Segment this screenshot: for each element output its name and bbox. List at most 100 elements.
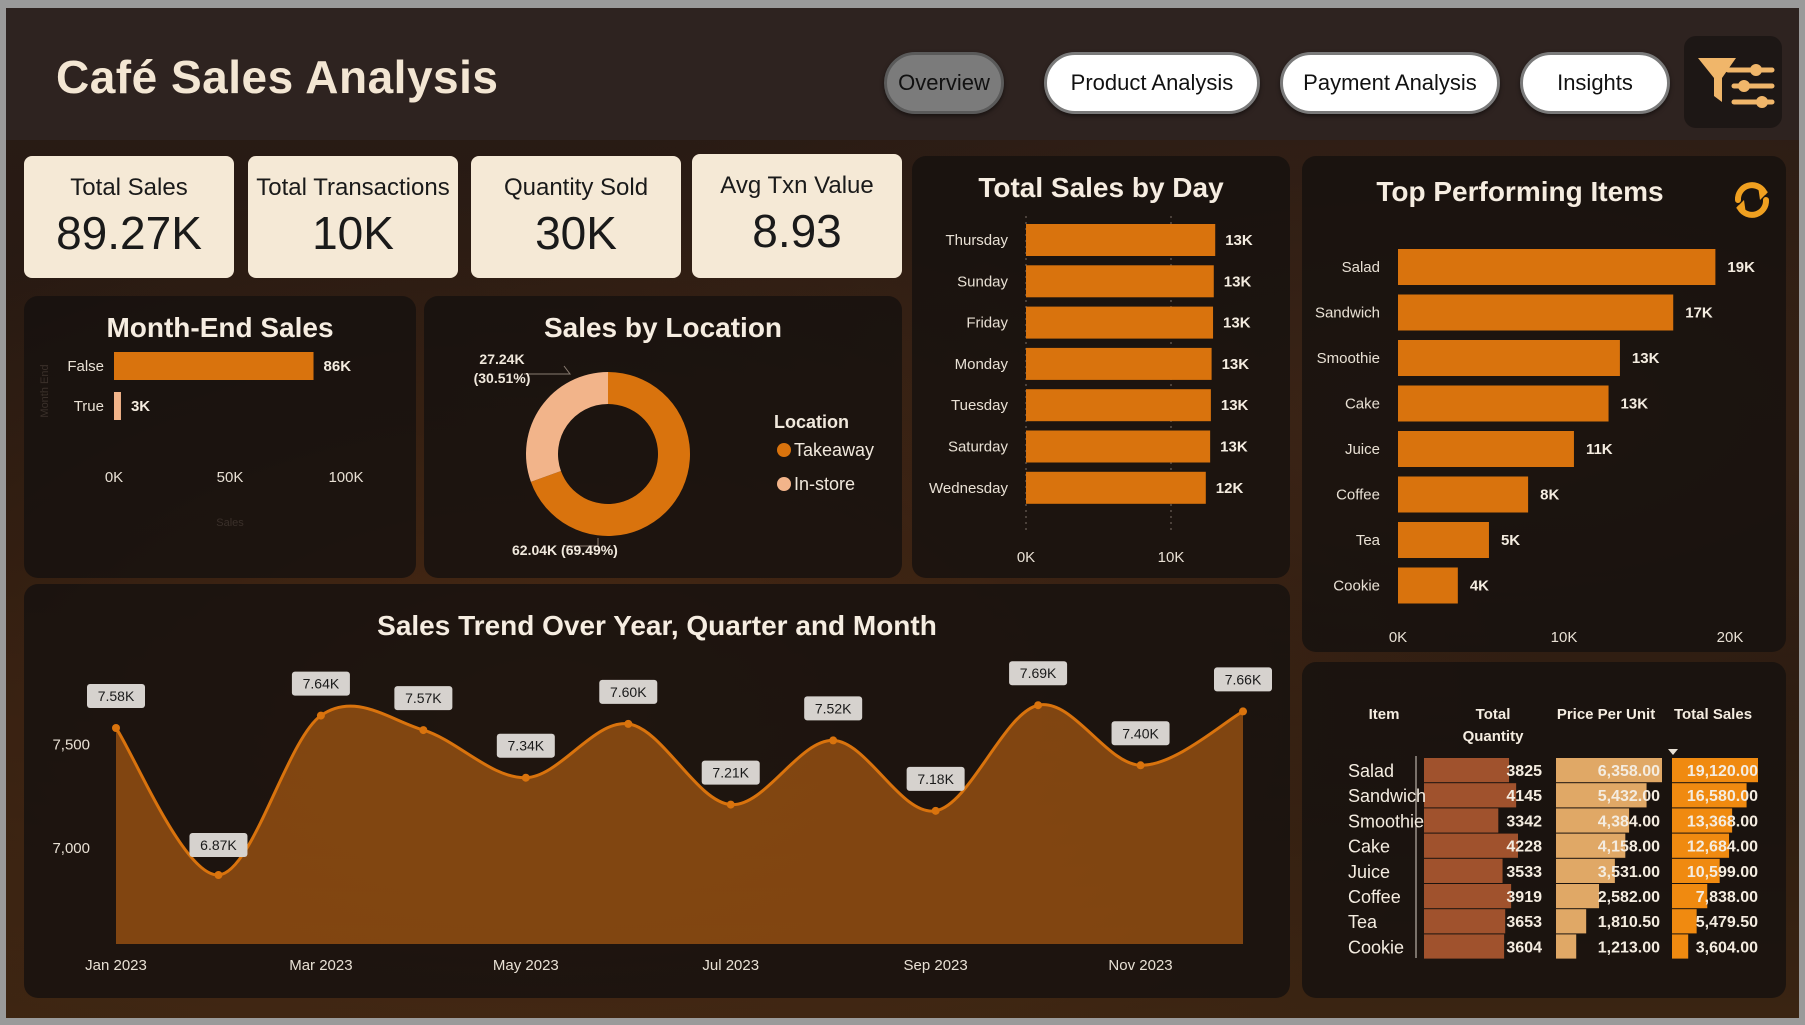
data-label-text: 7.66K <box>1225 671 1262 687</box>
x-tick-label: 0K <box>105 469 123 486</box>
table-cell-price: 3,531.00 <box>1598 864 1660 881</box>
data-point[interactable] <box>214 871 223 879</box>
item-table-panel: Item Total Quantity Price Per Unit Total Sal… <box>1302 662 1786 998</box>
y-axis-label: Month End <box>39 364 51 417</box>
bar[interactable] <box>1026 265 1214 298</box>
data-point[interactable] <box>829 736 838 745</box>
sales-by-day-panel: Total Sales by Day Thursday 13K Sunday 13K F… <box>912 156 1290 578</box>
table-cell-sales: 16,580.00 <box>1687 788 1758 805</box>
table-cell-quantity: 3604 <box>1506 939 1542 956</box>
category-label: Sandwich <box>1315 305 1380 322</box>
bar[interactable] <box>1026 224 1216 256</box>
kpi-value: 30K <box>535 207 617 259</box>
bar[interactable] <box>1398 476 1529 513</box>
data-point[interactable] <box>726 800 735 809</box>
bar[interactable] <box>1026 347 1212 380</box>
sales-by-day-chart[interactable]: Thursday 13K Sunday 13K Friday 13K Monday 13K Tu… <box>912 156 1290 578</box>
bar[interactable] <box>1026 471 1206 504</box>
category-label: Juice <box>1345 441 1380 458</box>
data-point[interactable] <box>931 806 940 815</box>
item-sales-table[interactable]: Item Total Quantity Price Per Unit Total Sal… <box>1302 662 1786 998</box>
column-header[interactable]: Item <box>1369 706 1400 723</box>
bar[interactable] <box>1398 249 1716 285</box>
month-end-sales-chart[interactable]: Month End Sales False 86K True 3K 0K 50K 100K <box>24 296 416 578</box>
data-label: 13K <box>1222 356 1250 373</box>
sort-descending-icon[interactable] <box>1668 749 1678 755</box>
tab-overview[interactable]: Overview <box>884 52 1004 114</box>
donut-slice[interactable] <box>526 372 608 482</box>
column-header[interactable]: Total <box>1476 706 1511 723</box>
table-cell-quantity: 3533 <box>1506 864 1542 881</box>
bar[interactable] <box>1026 306 1214 339</box>
kpi-value: 8.93 <box>752 205 842 257</box>
legend-item[interactable]: Takeaway <box>794 440 874 460</box>
data-point[interactable] <box>1239 707 1247 716</box>
x-tick-label: 0K <box>1389 629 1407 646</box>
x-tick-label: Jul 2023 <box>702 957 759 974</box>
data-label-text: 7.58K <box>98 688 135 704</box>
bar[interactable] <box>1398 385 1609 422</box>
data-label-text: 7.64K <box>303 676 340 692</box>
tab-payment-analysis[interactable]: Payment Analysis <box>1280 52 1500 114</box>
x-tick-label: Jan 2023 <box>85 957 147 974</box>
bar[interactable] <box>114 392 121 420</box>
sales-trend-chart[interactable]: 7.58K 6.87K 7.64K 7.57K 7.34K 7.60K 7.21K 7.52K… <box>24 584 1290 998</box>
quantity-databar <box>1424 858 1503 883</box>
kpi-value: 89.27K <box>56 207 202 259</box>
bar[interactable] <box>114 352 314 380</box>
kpi-avg-txn-value: Avg Txn Value 8.93 <box>692 154 902 278</box>
table-cell-item: Tea <box>1348 912 1378 932</box>
data-point[interactable] <box>112 724 120 732</box>
y-tick-label: 7,000 <box>52 840 90 857</box>
data-point[interactable] <box>419 726 428 735</box>
column-header[interactable]: Total Sales <box>1674 706 1752 723</box>
bar[interactable] <box>1398 431 1574 467</box>
top-items-chart[interactable]: Salad 19K Sandwich 17K Smoothie 13K Cake 13K Jui… <box>1302 156 1786 652</box>
bar[interactable] <box>1398 294 1674 331</box>
filter-button[interactable] <box>1684 36 1782 128</box>
data-point[interactable] <box>1034 701 1043 710</box>
kpi-total-sales: Total Sales 89.27K <box>24 156 234 278</box>
data-label: 13K <box>1224 273 1252 290</box>
x-tick-label: 10K <box>1551 629 1578 646</box>
quantity-databar <box>1424 783 1517 808</box>
leader-line <box>524 365 571 375</box>
data-point[interactable] <box>1136 761 1145 770</box>
table-cell-sales: 13,368.00 <box>1687 813 1758 830</box>
category-label: False <box>67 358 104 375</box>
tab-insights[interactable]: Insights <box>1520 52 1670 114</box>
kpi-total-transactions: Total Transactions 10K <box>248 156 458 278</box>
data-label: 17K <box>1685 305 1713 322</box>
table-cell-item: Sandwich <box>1348 786 1426 806</box>
data-point[interactable] <box>521 773 530 782</box>
legend-swatch <box>777 477 791 491</box>
quantity-databar <box>1424 833 1518 858</box>
quantity-databar <box>1424 909 1506 934</box>
data-label: 13K <box>1225 232 1253 249</box>
bar[interactable] <box>1398 340 1620 376</box>
bar[interactable] <box>1026 430 1211 463</box>
data-label: 4K <box>1470 578 1489 595</box>
table-cell-quantity: 3342 <box>1506 813 1542 830</box>
data-label: 7.69K <box>1009 661 1068 686</box>
data-point[interactable] <box>316 711 325 720</box>
data-point[interactable] <box>624 719 633 728</box>
x-tick-label: Mar 2023 <box>289 957 352 974</box>
data-label: 5K <box>1501 532 1520 549</box>
sales-by-location-chart[interactable]: 62.04K (69.49%) 27.24K (30.51%) Location Tak… <box>424 296 902 578</box>
x-tick-label: 0K <box>1017 549 1035 566</box>
table-cell-sales: 12,684.00 <box>1687 839 1758 856</box>
tab-product-analysis[interactable]: Product Analysis <box>1044 52 1260 114</box>
table-cell-sales: 5,479.50 <box>1696 914 1758 931</box>
column-header[interactable]: Price Per Unit <box>1557 706 1655 723</box>
bar[interactable] <box>1026 389 1211 422</box>
category-label: Cake <box>1345 396 1380 413</box>
bar[interactable] <box>1398 567 1458 604</box>
column-header[interactable]: Quantity <box>1463 728 1524 745</box>
data-label: 12K <box>1216 480 1244 497</box>
data-label: 62.04K (69.49%) <box>512 542 618 558</box>
bar[interactable] <box>1398 522 1489 558</box>
legend-item[interactable]: In-store <box>794 474 855 494</box>
data-label: 7.40K <box>1111 721 1170 746</box>
data-label: 13K <box>1223 315 1251 332</box>
